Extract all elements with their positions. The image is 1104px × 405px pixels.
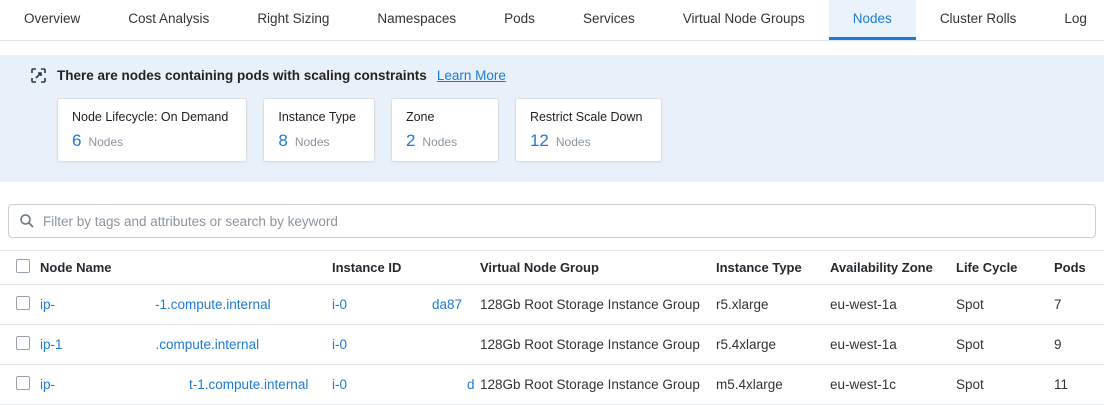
column-header-node-name[interactable]: Node Name xyxy=(40,260,332,275)
table-header-row: Node Name Instance ID Virtual Node Group… xyxy=(0,250,1104,285)
card-unit: Nodes xyxy=(295,135,330,149)
node-name-link[interactable]: ip- -1.compute.internal xyxy=(40,297,332,312)
card-title: Node Lifecycle: On Demand xyxy=(72,110,228,124)
pods-cell: 9 xyxy=(1054,337,1104,352)
instance-id-suffix: d xyxy=(467,377,475,392)
availability-zone-cell: eu-west-1c xyxy=(830,377,956,392)
instance-id-prefix: i-0 xyxy=(332,377,347,392)
pods-cell: 7 xyxy=(1054,297,1104,312)
instance-id-link[interactable]: i-0 xyxy=(332,337,480,352)
learn-more-link[interactable]: Learn More xyxy=(437,68,506,83)
virtual-node-group-cell: 128Gb Root Storage Instance Group xyxy=(480,297,716,312)
instance-id-prefix: i-0 xyxy=(332,337,347,352)
node-name-link[interactable]: ip-1 .compute.internal xyxy=(40,337,332,352)
nodes-table: Node Name Instance ID Virtual Node Group… xyxy=(0,250,1104,405)
column-header-pods[interactable]: Pods xyxy=(1054,260,1104,275)
card-count: 8 xyxy=(278,131,287,151)
node-name-suffix: -1.compute.internal xyxy=(155,297,271,312)
card-unit: Nodes xyxy=(88,135,123,149)
node-name-suffix: .compute.internal xyxy=(156,337,260,352)
instance-id-link[interactable]: i-0 da87 xyxy=(332,297,480,312)
tab-nodes[interactable]: Nodes xyxy=(829,0,916,40)
table-row: ip-t-1.compute.internal i-0 d 128Gb Root … xyxy=(0,365,1104,405)
node-name-suffix: t-1.compute.internal xyxy=(189,377,308,392)
column-header-virtual-node-group[interactable]: Virtual Node Group xyxy=(480,260,716,275)
column-header-instance-type[interactable]: Instance Type xyxy=(716,260,830,275)
instance-id-link[interactable]: i-0 d xyxy=(332,377,480,392)
table-row: ip-1 .compute.internal i-0 128Gb Root Sto… xyxy=(0,325,1104,365)
scaling-constraints-banner: There are nodes containing pods with sca… xyxy=(0,55,1104,182)
constraint-cards: Node Lifecycle: On Demand 6 Nodes Instan… xyxy=(57,98,1104,162)
select-all-checkbox[interactable] xyxy=(16,259,30,273)
card-count: 12 xyxy=(530,131,549,151)
tab-virtual-node-groups[interactable]: Virtual Node Groups xyxy=(659,0,829,40)
life-cycle-cell: Spot xyxy=(956,297,1054,312)
tab-pods[interactable]: Pods xyxy=(480,0,559,40)
banner-message: There are nodes containing pods with sca… xyxy=(57,68,427,83)
search-input[interactable] xyxy=(43,214,1085,229)
tab-cost-analysis[interactable]: Cost Analysis xyxy=(104,0,233,40)
column-header-availability-zone[interactable]: Availability Zone xyxy=(830,260,956,275)
row-checkbox[interactable] xyxy=(16,376,30,390)
node-name-prefix: ip- xyxy=(40,297,55,312)
availability-zone-cell: eu-west-1a xyxy=(830,337,956,352)
column-header-instance-id[interactable]: Instance ID xyxy=(332,260,480,275)
node-name-prefix: ip-1 xyxy=(40,337,63,352)
constraint-card-zone[interactable]: Zone 2 Nodes xyxy=(391,98,499,162)
card-count: 6 xyxy=(72,131,81,151)
scaling-constraint-icon xyxy=(30,67,47,84)
card-count: 2 xyxy=(406,131,415,151)
instance-type-cell: r5.xlarge xyxy=(716,297,830,312)
card-title: Instance Type xyxy=(278,110,356,124)
tab-services[interactable]: Services xyxy=(559,0,659,40)
virtual-node-group-cell: 128Gb Root Storage Instance Group xyxy=(480,337,716,352)
instance-type-cell: r5.4xlarge xyxy=(716,337,830,352)
row-checkbox[interactable] xyxy=(16,336,30,350)
constraint-card-node-lifecycle[interactable]: Node Lifecycle: On Demand 6 Nodes xyxy=(57,98,247,162)
virtual-node-group-cell: 128Gb Root Storage Instance Group xyxy=(480,377,716,392)
card-title: Zone xyxy=(406,110,480,124)
constraint-card-instance-type[interactable]: Instance Type 8 Nodes xyxy=(263,98,375,162)
tab-overview[interactable]: Overview xyxy=(0,0,104,40)
instance-id-prefix: i-0 xyxy=(332,297,347,312)
node-name-prefix: ip- xyxy=(40,377,55,392)
node-name-link[interactable]: ip-t-1.compute.internal xyxy=(40,377,332,392)
card-unit: Nodes xyxy=(556,135,591,149)
row-checkbox[interactable] xyxy=(16,296,30,310)
availability-zone-cell: eu-west-1a xyxy=(830,297,956,312)
search-icon xyxy=(19,213,35,229)
tab-namespaces[interactable]: Namespaces xyxy=(353,0,480,40)
instance-type-cell: m5.4xlarge xyxy=(716,377,830,392)
life-cycle-cell: Spot xyxy=(956,377,1054,392)
tab-right-sizing[interactable]: Right Sizing xyxy=(233,0,353,40)
constraint-card-restrict-scale-down[interactable]: Restrict Scale Down 12 Nodes xyxy=(515,98,662,162)
tab-bar: Overview Cost Analysis Right Sizing Name… xyxy=(0,0,1104,41)
tab-log[interactable]: Log xyxy=(1040,0,1104,40)
column-header-life-cycle[interactable]: Life Cycle xyxy=(956,260,1054,275)
filter-search-box[interactable] xyxy=(8,204,1096,238)
life-cycle-cell: Spot xyxy=(956,337,1054,352)
card-unit: Nodes xyxy=(422,135,457,149)
card-title: Restrict Scale Down xyxy=(530,110,643,124)
pods-cell: 11 xyxy=(1054,377,1104,392)
instance-id-suffix: da87 xyxy=(432,297,462,312)
table-row: ip- -1.compute.internal i-0 da87 128Gb Roo… xyxy=(0,285,1104,325)
tab-cluster-rolls[interactable]: Cluster Rolls xyxy=(916,0,1041,40)
